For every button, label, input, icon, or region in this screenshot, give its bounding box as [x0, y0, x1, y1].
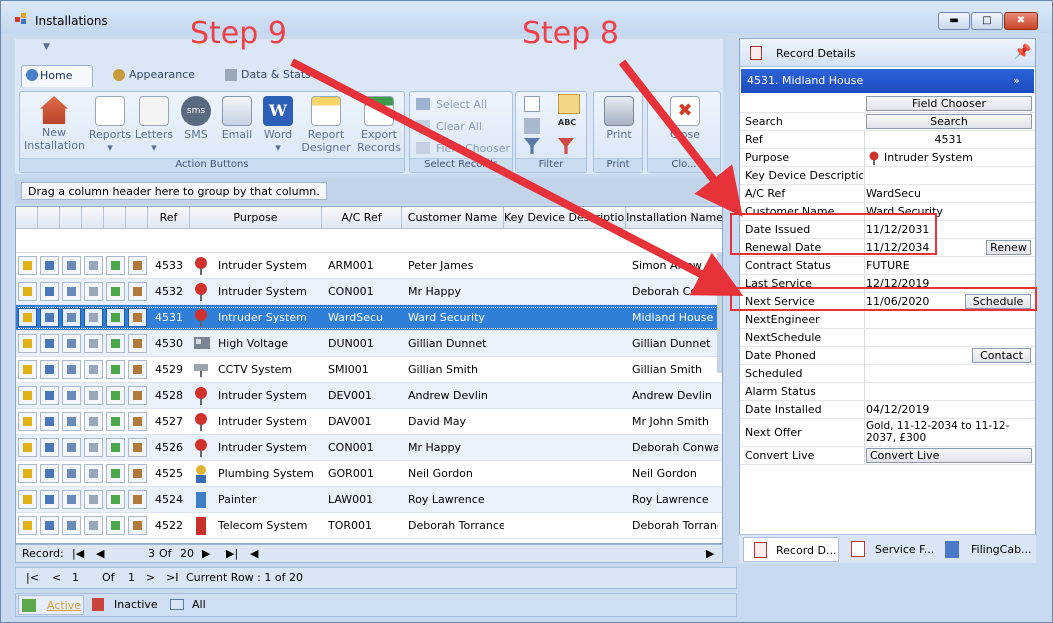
step8-label: Step 8 — [522, 16, 619, 51]
step9-label: Step 9 — [190, 16, 287, 51]
step9-arrow — [290, 58, 744, 297]
annotation-arrows — [290, 58, 744, 297]
date-issued-renewal-highlight — [730, 213, 937, 255]
next-service-highlight — [730, 287, 1037, 311]
step8-arrow — [618, 59, 743, 217]
